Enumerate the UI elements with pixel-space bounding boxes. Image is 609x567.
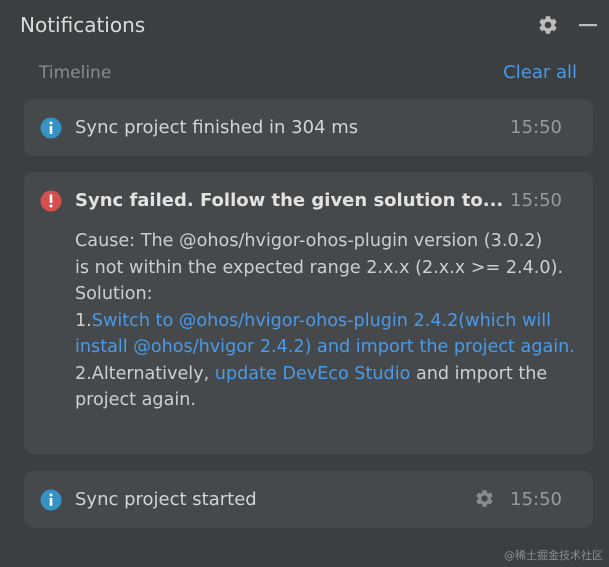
notification-time: 15:50 <box>510 190 562 211</box>
cause-line: Cause: The @ohos/hvigor-ohos-plugin vers… <box>75 231 543 251</box>
clear-all-link[interactable]: Clear all <box>503 62 577 83</box>
timeline-label: Timeline <box>39 63 112 83</box>
info-icon <box>40 489 62 515</box>
switch-plugin-link[interactable]: Switch to @ohos/hvigor-ohos-plugin 2.4.2… <box>75 311 575 358</box>
panel-title: Notifications <box>20 13 146 37</box>
minus-icon[interactable] <box>578 15 598 39</box>
notifications-header: Notifications <box>0 0 609 52</box>
cause-line: is not within the expected range 2.x.x (… <box>75 257 564 278</box>
timeline-row: Timeline Clear all <box>0 56 609 90</box>
notification-time: 15:50 <box>510 489 562 510</box>
solution-step-1: 1.Switch to @ohos/hvigor-ohos-plugin 2.4… <box>75 308 580 361</box>
gear-icon[interactable] <box>474 488 495 513</box>
notification-title: Sync failed. Follow the given solution t… <box>75 190 504 211</box>
step-prefix: 1. <box>75 310 92 331</box>
gear-icon[interactable] <box>537 14 559 40</box>
notification-card: Sync project finished in 304 ms 15:50 <box>24 99 593 156</box>
notification-card: Sync project started 15:50 <box>24 471 593 528</box>
step-prefix: 2.Alternatively, <box>75 363 215 384</box>
error-icon <box>40 190 62 216</box>
notification-card-error: Sync failed. Follow the given solution t… <box>24 172 593 454</box>
info-icon <box>40 117 62 143</box>
notification-time: 15:50 <box>510 117 562 138</box>
notification-message: Sync project finished in 304 ms <box>75 117 359 138</box>
notification-message: Sync project started <box>75 489 257 510</box>
notification-body: Cause: The @ohos/hvigor-ohos-plugin vers… <box>75 228 580 414</box>
watermark: @稀土掘金技术社区 <box>504 549 603 562</box>
update-deveco-link[interactable]: update DevEco Studio <box>215 364 411 384</box>
solution-label: Solution: <box>75 284 153 304</box>
solution-step-2: 2.Alternatively, update DevEco Studio an… <box>75 361 580 414</box>
